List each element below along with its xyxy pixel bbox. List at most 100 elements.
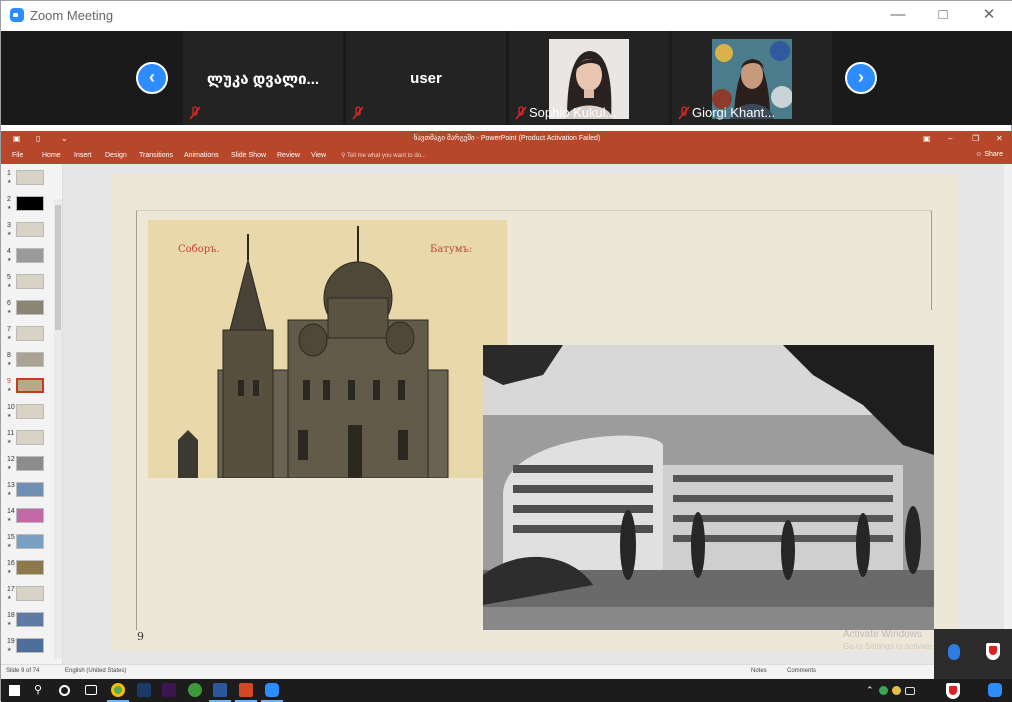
participant-name: user (410, 70, 442, 87)
shared-screen-powerpoint: ▣ ▯ ⌄ ნავთმაგი მარგეში - PowerPoint (Pro… (1, 131, 1012, 679)
share-label: Share (984, 151, 1003, 158)
thumb-star-icon: ★ (7, 205, 12, 211)
ppt-title-bar: ▣ ▯ ⌄ ნავთმაგი მარგეში - PowerPoint (Pro… (1, 131, 1012, 148)
zoom-logo-icon (10, 8, 24, 22)
thumb-number: 4 (7, 248, 11, 255)
slide-thumbnail-selected[interactable]: 9 ★ (1, 375, 53, 399)
network-icon[interactable] (905, 687, 915, 695)
slide-thumbnail[interactable]: 15 ★ (1, 531, 53, 555)
cathedral-postcard-image[interactable]: Соборъ. Батумъ: (148, 220, 507, 478)
bluetooth-icon[interactable] (948, 644, 960, 660)
task-view-icon[interactable] (85, 685, 97, 695)
tab-insert[interactable]: Insert (74, 152, 92, 159)
ribbon-display-icon[interactable]: ▣ (923, 134, 931, 143)
notes-button[interactable]: Notes (751, 668, 767, 674)
ppt-restore-icon[interactable]: ❐ (972, 134, 979, 143)
slide-thumbnail[interactable]: 2 ★ (1, 193, 53, 217)
slide-thumbnail[interactable]: 14 ★ (1, 505, 53, 529)
thumb-star-icon: ★ (7, 647, 12, 653)
slide-thumbnail[interactable]: 8 ★ (1, 349, 53, 373)
tray-shield-icon[interactable] (946, 683, 960, 699)
slide-thumbnail[interactable]: 4 ★ (1, 245, 53, 269)
tray-app-icon[interactable] (879, 686, 888, 695)
tray-app-icon[interactable] (892, 686, 901, 695)
slide-thumbnail[interactable]: 13 ★ (1, 479, 53, 503)
slide-editing-area: Соборъ. Батумъ: 9 (63, 164, 1005, 664)
tab-design[interactable]: Design (105, 152, 127, 159)
close-icon[interactable]: ✕ (978, 5, 1000, 25)
slide-thumbnail[interactable]: 10 ★ (1, 401, 53, 425)
previous-page-button[interactable]: ‹ (136, 62, 168, 94)
participant-strip: ‹ ლუკა დვალი... user Sophio Kukul... Gio… (1, 31, 1012, 125)
zoom-taskbar-icon[interactable] (265, 683, 279, 697)
thumb-image (16, 456, 44, 471)
powerpoint-icon[interactable] (239, 683, 253, 697)
language-status[interactable]: English (United States) (65, 668, 126, 674)
tab-review[interactable]: Review (277, 152, 300, 159)
slide-thumbnail[interactable]: 12 ★ (1, 453, 53, 477)
thumb-number: 10 (7, 404, 15, 411)
participant-tile[interactable]: Sophio Kukul... (509, 31, 669, 125)
thumb-image (16, 274, 44, 289)
start-icon[interactable] (9, 685, 20, 696)
thumbnail-scrollbar[interactable] (54, 199, 62, 659)
slide-thumbnail[interactable]: 18 ★ (1, 609, 53, 633)
next-page-button[interactable]: › (845, 62, 877, 94)
participant-tile[interactable]: Giorgi Khant... (672, 31, 832, 125)
premiere-icon[interactable] (162, 683, 176, 697)
chrome-icon[interactable] (111, 683, 125, 697)
thumb-image (16, 560, 44, 575)
slide-thumbnail[interactable]: 11 ★ (1, 427, 53, 451)
tab-transitions[interactable]: Transitions (139, 152, 173, 159)
participant-tile[interactable]: user (346, 31, 506, 125)
tab-animations[interactable]: Animations (184, 152, 219, 159)
tab-view[interactable]: View (311, 152, 326, 159)
thumb-star-icon: ★ (7, 621, 12, 627)
ppt-minimize-icon[interactable]: – (948, 134, 952, 143)
slide-thumbnail[interactable]: 6 ★ (1, 297, 53, 321)
slide-thumbnail[interactable]: 5 ★ (1, 271, 53, 295)
thumb-number: 9 (7, 378, 11, 385)
tab-home[interactable]: Home (42, 152, 61, 159)
maximize-icon[interactable]: □ (932, 5, 954, 25)
slide-thumbnail[interactable]: 17 ★ (1, 583, 53, 607)
slide-thumbnail[interactable]: 3 ★ (1, 219, 53, 243)
tab-slide-show[interactable]: Slide Show (231, 152, 266, 159)
thumb-star-icon: ★ (7, 595, 12, 601)
ppt-close-icon[interactable]: ✕ (996, 134, 1003, 143)
hotel-building-photo[interactable] (483, 345, 934, 630)
cortana-icon[interactable] (59, 685, 70, 696)
word-icon[interactable] (213, 683, 227, 697)
participant-name: Giorgi Khant... (692, 105, 776, 120)
slide-thumbnail[interactable]: 16 ★ (1, 557, 53, 581)
app-green-icon[interactable] (188, 683, 202, 697)
window-title: Zoom Meeting (30, 8, 114, 23)
slide-thumbnail[interactable]: 19 ★ (1, 635, 53, 659)
canvas-scrollbar[interactable] (1004, 164, 1012, 664)
slide-thumbnail[interactable]: 7 ★ (1, 323, 53, 347)
share-button[interactable]: ☺ Share (975, 151, 1003, 158)
photoshop-icon[interactable] (137, 683, 151, 697)
minimize-icon[interactable]: — (887, 5, 909, 25)
zoom-tray-icon[interactable] (988, 683, 1002, 697)
thumb-star-icon: ★ (7, 387, 12, 393)
thumb-star-icon: ★ (7, 517, 12, 523)
thumb-image (16, 534, 44, 549)
thumb-star-icon: ★ (7, 257, 12, 263)
thumb-star-icon: ★ (7, 491, 12, 497)
search-icon[interactable]: ⚲ (34, 683, 48, 697)
comments-button[interactable]: Comments (787, 668, 816, 674)
tab-file[interactable]: File (12, 152, 23, 159)
slide-thumbnail[interactable]: 1 ★ (1, 167, 53, 191)
current-slide[interactable]: Соборъ. Батумъ: 9 (111, 174, 958, 651)
thumb-number: 6 (7, 300, 11, 307)
thumb-number: 1 (7, 170, 11, 177)
thumb-image (16, 586, 44, 601)
tell-me-search[interactable]: ⚲ Tell me what you want to do... (341, 152, 426, 159)
scrollbar-thumb[interactable] (55, 205, 61, 330)
thumb-number: 8 (7, 352, 11, 359)
tray-chevron-icon[interactable]: ⌃ (866, 683, 880, 697)
participant-tile[interactable]: ლუკა დვალი... (183, 31, 343, 125)
thumb-star-icon: ★ (7, 439, 12, 445)
security-shield-icon[interactable] (986, 643, 1000, 660)
